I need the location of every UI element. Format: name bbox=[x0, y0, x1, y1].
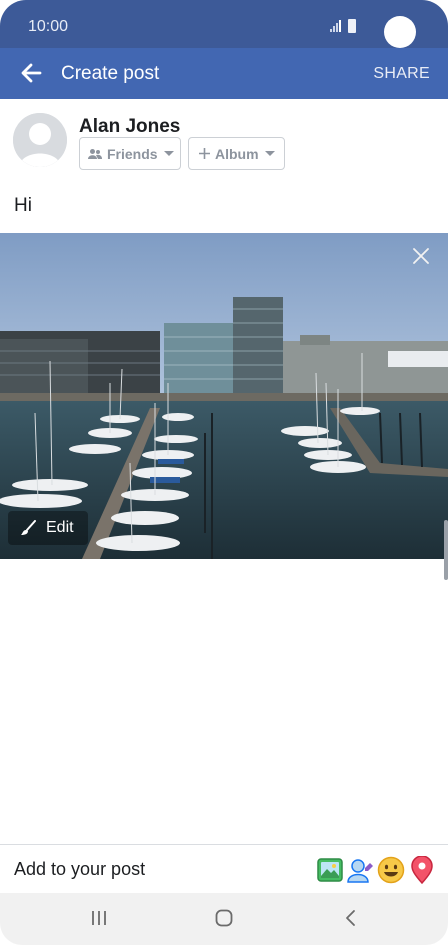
brush-icon bbox=[20, 520, 36, 536]
page-title: Create post bbox=[61, 63, 160, 84]
tag-people-icon[interactable] bbox=[346, 856, 374, 884]
audience-label: Friends bbox=[107, 145, 158, 162]
back-icon[interactable] bbox=[342, 909, 360, 927]
add-to-post-label: Add to your post bbox=[14, 859, 146, 879]
friends-icon bbox=[88, 148, 102, 160]
attached-photo[interactable]: Edit bbox=[0, 233, 448, 559]
camera-cutout bbox=[384, 16, 416, 48]
user-name: Alan Jones bbox=[79, 116, 181, 137]
edit-label: Edit bbox=[46, 519, 74, 536]
signal-icon bbox=[330, 20, 341, 32]
feeling-icon[interactable] bbox=[377, 856, 405, 884]
back-arrow-icon[interactable] bbox=[20, 62, 42, 84]
home-icon[interactable] bbox=[215, 909, 233, 927]
status-bar: 10:00 bbox=[0, 0, 448, 48]
add-to-post-bar[interactable]: Add to your post bbox=[0, 844, 448, 893]
system-nav-bar bbox=[0, 893, 448, 945]
battery-icon bbox=[348, 19, 356, 33]
audience-selector[interactable]: Friends bbox=[79, 137, 181, 170]
close-icon[interactable] bbox=[411, 246, 431, 266]
album-selector[interactable]: Album bbox=[188, 137, 285, 170]
plus-icon bbox=[199, 148, 210, 159]
recent-apps-icon[interactable] bbox=[90, 909, 108, 927]
post-text-input[interactable]: Hi bbox=[14, 195, 32, 217]
chevron-down-icon bbox=[163, 151, 174, 156]
default-avatar-icon bbox=[13, 113, 67, 167]
scrollbar[interactable] bbox=[444, 520, 448, 580]
avatar[interactable] bbox=[13, 113, 67, 167]
album-label: Album bbox=[215, 145, 259, 162]
status-time: 10:00 bbox=[28, 18, 69, 35]
share-button[interactable]: SHARE bbox=[373, 65, 430, 83]
photo-icon[interactable] bbox=[316, 856, 344, 884]
check-in-icon[interactable] bbox=[408, 856, 436, 884]
app-bar: Create post SHARE bbox=[0, 48, 448, 99]
edit-photo-button[interactable]: Edit bbox=[8, 511, 88, 545]
chevron-down-icon bbox=[264, 151, 275, 156]
